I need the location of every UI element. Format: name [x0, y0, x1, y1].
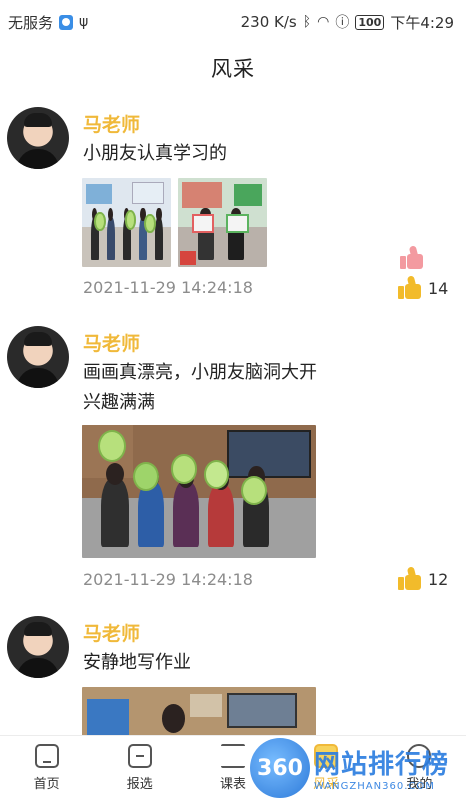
tab-schedule[interactable]: 课表 [186, 736, 279, 800]
thumbs-up-outline-icon [400, 245, 424, 270]
usb-icon: ψ [79, 14, 89, 30]
post-timestamp: 2021-11-29 14:24:18 [83, 570, 253, 589]
thumbs-up-icon [398, 275, 422, 300]
avatar[interactable] [7, 616, 69, 678]
battery-icon: 100 [355, 14, 385, 30]
post-content: 安静地写作业 [83, 652, 191, 673]
clock: 下午4:29 [390, 13, 454, 32]
bluetooth-icon: ᛒ [302, 14, 312, 30]
wifi-icon: ◠ [317, 14, 330, 30]
avatar[interactable] [7, 326, 69, 388]
post-author[interactable]: 马老师 [83, 110, 140, 137]
tab-bar: 首页 报选 课表 风采 我的 [0, 735, 466, 800]
tab-label: 课表 [220, 777, 247, 792]
tab-label: 我的 [406, 777, 433, 792]
tab-label: 首页 [33, 777, 60, 792]
like-button[interactable]: 12 [398, 566, 449, 591]
shield-icon [59, 14, 74, 30]
alert-icon: ⓘ [335, 15, 350, 31]
like-button[interactable]: 14 [398, 275, 449, 300]
status-left: 无服务 ψ [8, 12, 88, 33]
feed[interactable]: 马老师 小朋友认真学习的 2021-11-29 14:24:18 14 马老师 … [0, 92, 466, 735]
post: 马老师 安静地写作业 [0, 615, 466, 735]
post-author[interactable]: 马老师 [83, 329, 140, 356]
page-title: 风采 [211, 57, 255, 81]
report-icon [127, 744, 152, 768]
tab-profile[interactable]: 我的 [373, 736, 466, 800]
post-author[interactable]: 马老师 [83, 619, 140, 646]
avatar[interactable] [7, 107, 69, 169]
post-content: 小朋友认真学习的 [83, 143, 227, 164]
schedule-icon [221, 744, 245, 768]
tab-showcase[interactable]: 风采 [280, 736, 373, 800]
post-timestamp: 2021-11-29 14:24:18 [83, 278, 253, 297]
network-speed: 230 K/s [240, 13, 297, 31]
tab-label: 报选 [126, 777, 153, 792]
post-content: 画画真漂亮，小朋友脑洞大开兴趣满满 [83, 362, 317, 413]
showcase-icon [314, 744, 339, 768]
profile-icon [407, 744, 432, 768]
home-icon [34, 744, 59, 768]
status-right: 230 K/s ᛒ ◠ ⓘ 100 下午4:29 [241, 12, 454, 33]
post-photo[interactable] [82, 425, 316, 558]
like-count: 14 [428, 278, 449, 298]
post-photo[interactable] [82, 178, 171, 267]
tab-report[interactable]: 报选 [93, 736, 186, 800]
post: 马老师 画画真漂亮，小朋友脑洞大开兴趣满满 2021-11-29 14:24:1 [0, 324, 466, 615]
like-count: 12 [428, 569, 449, 589]
post-photo[interactable] [82, 687, 316, 735]
post-photo[interactable] [178, 178, 267, 267]
tab-home[interactable]: 首页 [0, 736, 93, 800]
tab-label: 风采 [313, 777, 340, 792]
like-button-inactive[interactable] [400, 245, 424, 270]
page-header: 风采 [0, 44, 466, 92]
post: 马老师 小朋友认真学习的 2021-11-29 14:24:18 14 [0, 92, 466, 324]
thumbs-up-icon [398, 566, 422, 591]
status-bar: 无服务 ψ 230 K/s ᛒ ◠ ⓘ 100 下午4:29 [0, 0, 466, 44]
carrier-text: 无服务 [8, 13, 54, 32]
